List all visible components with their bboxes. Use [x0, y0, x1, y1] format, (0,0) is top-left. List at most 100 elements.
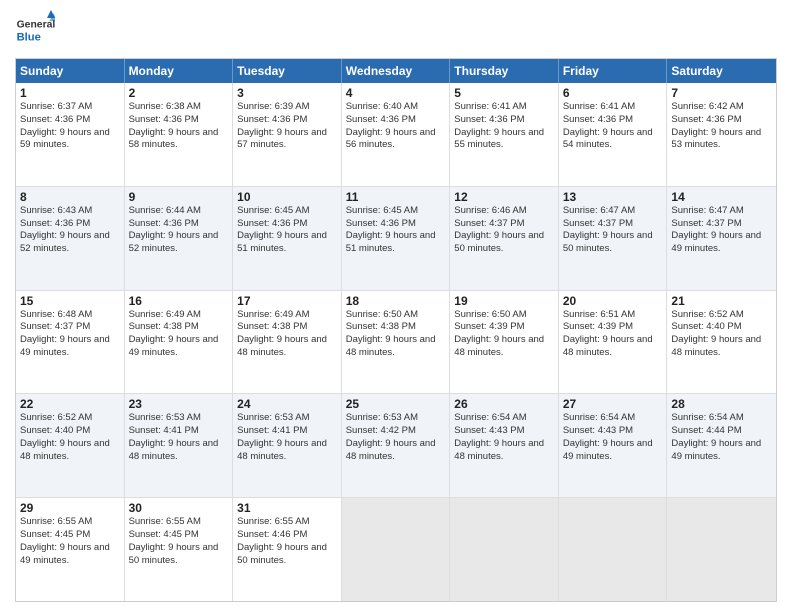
daylight-line: Daylight: 9 hours and 50 minutes. [563, 230, 663, 256]
sunrise-line: Sunrise: 6:47 AM [671, 205, 772, 218]
day-number: 9 [129, 190, 229, 204]
day-number: 30 [129, 501, 229, 515]
sunrise-line: Sunrise: 6:53 AM [129, 412, 229, 425]
sunrise-line: Sunrise: 6:45 AM [346, 205, 446, 218]
daylight-line: Daylight: 9 hours and 51 minutes. [237, 230, 337, 256]
daylight-line: Daylight: 9 hours and 50 minutes. [454, 230, 554, 256]
day-header-monday: Monday [125, 59, 234, 83]
sunrise-line: Sunrise: 6:44 AM [129, 205, 229, 218]
svg-text:General: General [17, 20, 55, 31]
logo: General Blue [15, 10, 55, 50]
sunrise-line: Sunrise: 6:48 AM [20, 309, 120, 322]
daylight-line: Daylight: 9 hours and 53 minutes. [671, 127, 772, 153]
calendar-body: 1Sunrise: 6:37 AMSunset: 4:36 PMDaylight… [16, 83, 776, 601]
day-cell-15: 15Sunrise: 6:48 AMSunset: 4:37 PMDayligh… [16, 291, 125, 394]
day-cell-14: 14Sunrise: 6:47 AMSunset: 4:37 PMDayligh… [667, 187, 776, 290]
sunrise-line: Sunrise: 6:54 AM [671, 412, 772, 425]
sunrise-line: Sunrise: 6:49 AM [129, 309, 229, 322]
day-cell-10: 10Sunrise: 6:45 AMSunset: 4:36 PMDayligh… [233, 187, 342, 290]
empty-cell [342, 498, 451, 601]
daylight-line: Daylight: 9 hours and 48 minutes. [454, 334, 554, 360]
day-number: 26 [454, 397, 554, 411]
day-header-sunday: Sunday [16, 59, 125, 83]
sunset-line: Sunset: 4:41 PM [237, 425, 337, 438]
day-number: 11 [346, 190, 446, 204]
sunset-line: Sunset: 4:43 PM [454, 425, 554, 438]
daylight-line: Daylight: 9 hours and 50 minutes. [237, 542, 337, 568]
sunset-line: Sunset: 4:37 PM [454, 218, 554, 231]
sunrise-line: Sunrise: 6:55 AM [129, 516, 229, 529]
daylight-line: Daylight: 9 hours and 49 minutes. [671, 230, 772, 256]
sunrise-line: Sunrise: 6:39 AM [237, 101, 337, 114]
sunrise-line: Sunrise: 6:55 AM [20, 516, 120, 529]
daylight-line: Daylight: 9 hours and 59 minutes. [20, 127, 120, 153]
day-cell-30: 30Sunrise: 6:55 AMSunset: 4:45 PMDayligh… [125, 498, 234, 601]
day-number: 10 [237, 190, 337, 204]
sunrise-line: Sunrise: 6:52 AM [671, 309, 772, 322]
day-cell-13: 13Sunrise: 6:47 AMSunset: 4:37 PMDayligh… [559, 187, 668, 290]
sunset-line: Sunset: 4:36 PM [563, 114, 663, 127]
daylight-line: Daylight: 9 hours and 48 minutes. [671, 334, 772, 360]
sunrise-line: Sunrise: 6:42 AM [671, 101, 772, 114]
day-number: 15 [20, 294, 120, 308]
daylight-line: Daylight: 9 hours and 48 minutes. [20, 438, 120, 464]
empty-cell [667, 498, 776, 601]
day-number: 28 [671, 397, 772, 411]
sunset-line: Sunset: 4:38 PM [237, 321, 337, 334]
sunset-line: Sunset: 4:38 PM [129, 321, 229, 334]
sunrise-line: Sunrise: 6:49 AM [237, 309, 337, 322]
sunrise-line: Sunrise: 6:51 AM [563, 309, 663, 322]
daylight-line: Daylight: 9 hours and 49 minutes. [671, 438, 772, 464]
sunrise-line: Sunrise: 6:41 AM [454, 101, 554, 114]
day-number: 23 [129, 397, 229, 411]
day-number: 29 [20, 501, 120, 515]
sunrise-line: Sunrise: 6:52 AM [20, 412, 120, 425]
day-cell-29: 29Sunrise: 6:55 AMSunset: 4:45 PMDayligh… [16, 498, 125, 601]
sunset-line: Sunset: 4:40 PM [671, 321, 772, 334]
day-cell-12: 12Sunrise: 6:46 AMSunset: 4:37 PMDayligh… [450, 187, 559, 290]
sunrise-line: Sunrise: 6:54 AM [454, 412, 554, 425]
day-cell-3: 3Sunrise: 6:39 AMSunset: 4:36 PMDaylight… [233, 83, 342, 186]
day-cell-11: 11Sunrise: 6:45 AMSunset: 4:36 PMDayligh… [342, 187, 451, 290]
daylight-line: Daylight: 9 hours and 52 minutes. [129, 230, 229, 256]
sunrise-line: Sunrise: 6:46 AM [454, 205, 554, 218]
day-cell-7: 7Sunrise: 6:42 AMSunset: 4:36 PMDaylight… [667, 83, 776, 186]
daylight-line: Daylight: 9 hours and 51 minutes. [346, 230, 446, 256]
sunset-line: Sunset: 4:37 PM [563, 218, 663, 231]
day-cell-6: 6Sunrise: 6:41 AMSunset: 4:36 PMDaylight… [559, 83, 668, 186]
daylight-line: Daylight: 9 hours and 48 minutes. [454, 438, 554, 464]
day-number: 16 [129, 294, 229, 308]
sunrise-line: Sunrise: 6:41 AM [563, 101, 663, 114]
day-number: 4 [346, 86, 446, 100]
day-number: 3 [237, 86, 337, 100]
sunrise-line: Sunrise: 6:50 AM [346, 309, 446, 322]
sunset-line: Sunset: 4:36 PM [20, 114, 120, 127]
day-number: 12 [454, 190, 554, 204]
calendar-week-5: 29Sunrise: 6:55 AMSunset: 4:45 PMDayligh… [16, 498, 776, 601]
sunrise-line: Sunrise: 6:53 AM [346, 412, 446, 425]
day-cell-28: 28Sunrise: 6:54 AMSunset: 4:44 PMDayligh… [667, 394, 776, 497]
sunset-line: Sunset: 4:43 PM [563, 425, 663, 438]
day-cell-21: 21Sunrise: 6:52 AMSunset: 4:40 PMDayligh… [667, 291, 776, 394]
sunset-line: Sunset: 4:39 PM [563, 321, 663, 334]
day-header-thursday: Thursday [450, 59, 559, 83]
sunrise-line: Sunrise: 6:54 AM [563, 412, 663, 425]
day-cell-22: 22Sunrise: 6:52 AMSunset: 4:40 PMDayligh… [16, 394, 125, 497]
sunset-line: Sunset: 4:41 PM [129, 425, 229, 438]
day-header-friday: Friday [559, 59, 668, 83]
day-cell-18: 18Sunrise: 6:50 AMSunset: 4:38 PMDayligh… [342, 291, 451, 394]
day-number: 21 [671, 294, 772, 308]
sunrise-line: Sunrise: 6:37 AM [20, 101, 120, 114]
sunset-line: Sunset: 4:38 PM [346, 321, 446, 334]
sunset-line: Sunset: 4:36 PM [237, 218, 337, 231]
day-number: 5 [454, 86, 554, 100]
calendar: SundayMondayTuesdayWednesdayThursdayFrid… [15, 58, 777, 602]
sunrise-line: Sunrise: 6:53 AM [237, 412, 337, 425]
daylight-line: Daylight: 9 hours and 57 minutes. [237, 127, 337, 153]
daylight-line: Daylight: 9 hours and 48 minutes. [237, 334, 337, 360]
sunset-line: Sunset: 4:37 PM [671, 218, 772, 231]
day-cell-2: 2Sunrise: 6:38 AMSunset: 4:36 PMDaylight… [125, 83, 234, 186]
sunrise-line: Sunrise: 6:47 AM [563, 205, 663, 218]
sunrise-line: Sunrise: 6:38 AM [129, 101, 229, 114]
sunrise-line: Sunrise: 6:43 AM [20, 205, 120, 218]
